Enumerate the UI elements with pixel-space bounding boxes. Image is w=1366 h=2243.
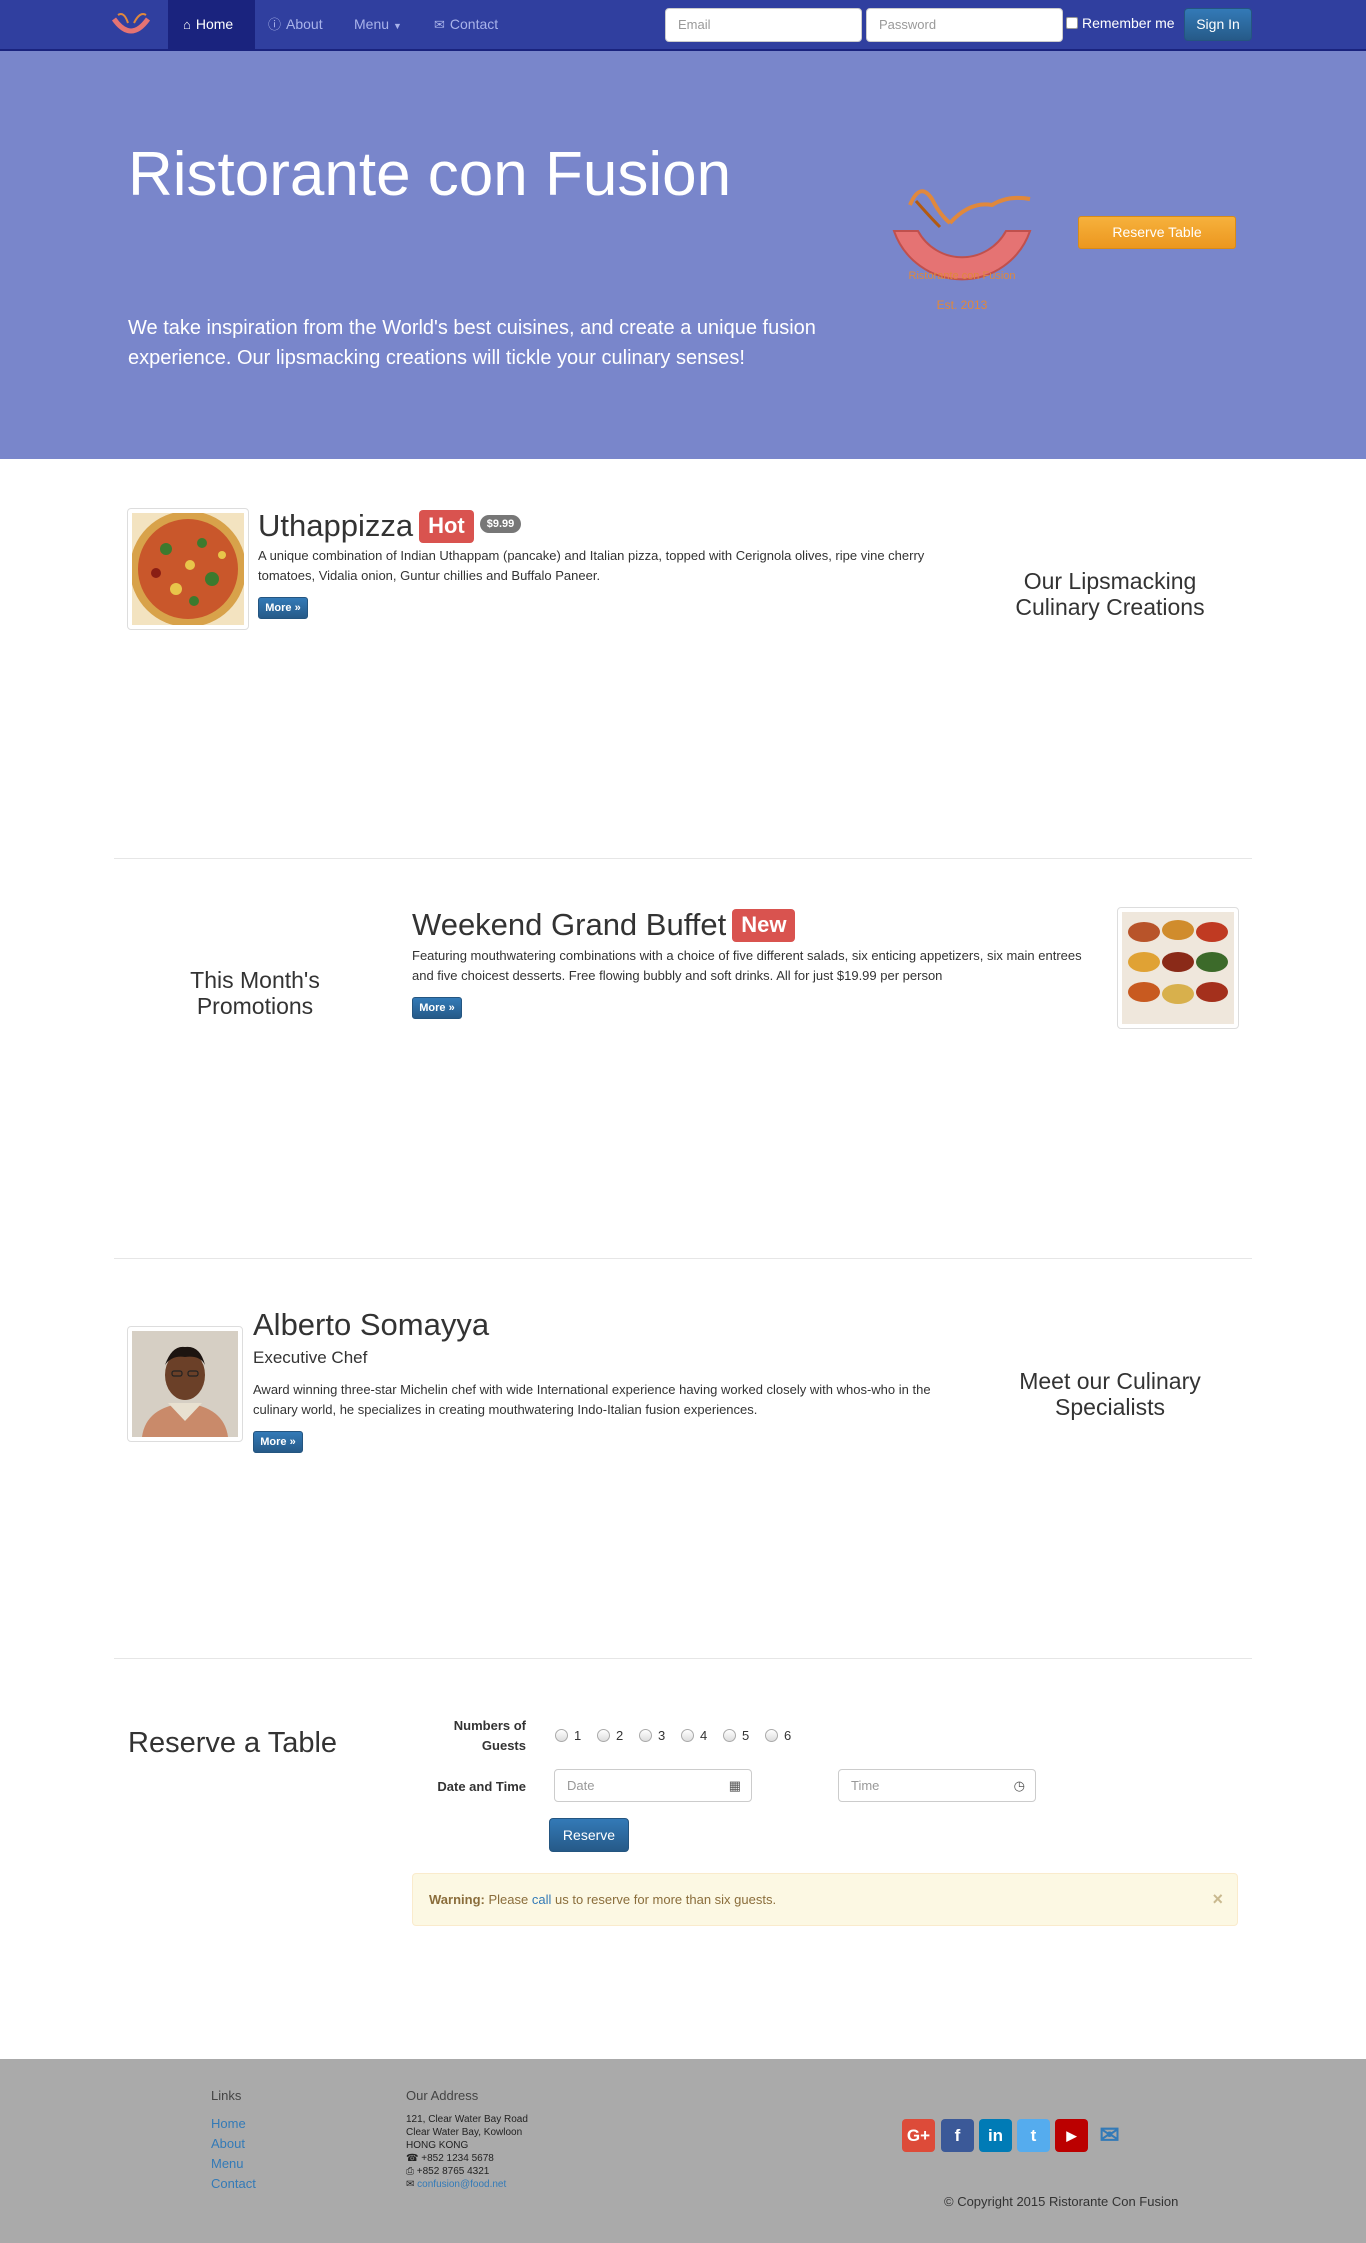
logo-text: Ristorante con Fusion [909,270,1016,282]
jumbotron: Ristorante con Fusion We take inspiratio… [0,51,1366,459]
footer-link-menu[interactable]: Menu [211,2156,244,2171]
promotion-heading: Weekend Grand Buffet New [412,907,796,943]
fax-icon: ⎙ [406,2166,414,2177]
date-input[interactable]: Date ▦ [554,1769,752,1802]
navbar: ⌂ Home ⓘ About Menu ▼ ✉ Contact Email Passwo… [0,0,1366,51]
google-plus-icon[interactable]: G+ [902,2119,935,2152]
guest-option-3[interactable]: 3 [639,1728,665,1743]
radio-icon[interactable] [597,1729,610,1742]
address-line-3: HONG KONG [406,2140,469,2151]
promotion-description: Featuring mouthwatering combinations wit… [412,948,1082,983]
dish-description: A unique combination of Indian Uthappam … [258,548,925,583]
jumbotron-text: We take inspiration from the World's bes… [128,317,816,369]
promotion-side-heading: This Month's Promotions [190,967,320,1019]
restaurant-logo: Ristorante con Fusion Est. 2013 [892,189,1032,312]
footer-link-contact[interactable]: Contact [211,2176,256,2191]
email-input[interactable]: Email [665,8,862,42]
footer-links-heading: Links [211,2088,242,2103]
calendar-icon: ▦ [728,1778,741,1793]
envelope-icon: ✉ [406,2179,415,2190]
info-icon: ⓘ [268,17,282,32]
nav-menu-dropdown[interactable]: Menu ▼ [354,0,402,49]
datetime-label: Date and Time [437,1779,526,1794]
guest-option-4[interactable]: 4 [681,1728,707,1743]
leader-more-button[interactable]: More » [253,1431,303,1453]
brand-logo[interactable] [110,9,152,43]
guest-option-6[interactable]: 6 [765,1728,791,1743]
reserve-heading: Reserve a Table [128,1727,338,1759]
clock-icon: ◷ [1013,1778,1025,1793]
row-divider [114,858,1252,859]
pizza-image [130,511,246,627]
promotion-more-button[interactable]: More » [412,997,462,1019]
nav-contact[interactable]: ✉ Contact [434,0,498,49]
address-fax: ⎙ +852 8765 4321 [406,2166,490,2177]
address-phone: ☎ +852 1234 5678 [406,2153,494,2164]
call-link[interactable]: call [532,1892,552,1907]
guest-option-5[interactable]: 5 [723,1728,749,1743]
remember-checkbox[interactable] [1066,17,1078,29]
radio-icon[interactable] [681,1729,694,1742]
radio-icon[interactable] [639,1729,652,1742]
close-icon[interactable]: × [1212,1874,1223,1925]
twitter-icon[interactable]: t [1017,2119,1050,2152]
footer [0,2059,1366,2243]
uthappizza-thumbnail[interactable] [127,508,249,630]
time-input[interactable]: Time ◷ [838,1769,1036,1802]
address-line-1: 121, Clear Water Bay Road [406,2114,528,2125]
buffet-thumbnail[interactable] [1117,907,1239,1029]
dish-side-heading: Our Lipsmacking Culinary Creations [1015,568,1205,620]
leader-description: Award winning three-star Michelin chef w… [253,1382,931,1417]
nav-about[interactable]: ⓘ About [268,0,323,49]
buffet-image [1122,912,1234,1024]
dish-heading: Uthappizza Hot $9.99 [258,508,522,544]
signin-button[interactable]: Sign In [1184,8,1252,41]
address-line-2: Clear Water Bay, Kowloon [406,2127,523,2138]
logo-est: Est. 2013 [937,298,988,312]
leader-side-heading: Meet our Culinary Specialists [1019,1368,1201,1420]
radio-icon[interactable] [555,1729,568,1742]
price-badge: $9.99 [479,515,522,533]
row-divider [114,1258,1252,1259]
footer-email-link[interactable]: confusion@food.net [417,2179,506,2190]
radio-icon[interactable] [765,1729,778,1742]
remember-me[interactable]: Remember me [1066,15,1175,31]
footer-link-home[interactable]: Home [211,2116,246,2131]
phone-icon: ☎ [406,2153,419,2164]
reserve-submit-button[interactable]: Reserve [549,1818,629,1852]
home-icon: ⌂ [183,17,191,32]
caret-down-icon: ▼ [393,21,402,31]
reserve-table-button[interactable]: Reserve Table [1078,216,1236,249]
jumbotron-title: Ristorante con Fusion [128,140,732,209]
leader-designation: Executive Chef [253,1348,368,1367]
address-email: ✉ confusion@food.net [406,2178,506,2191]
footer-link-about[interactable]: About [211,2136,245,2151]
mail-icon[interactable]: ✉ [1093,2119,1126,2152]
guest-option-2[interactable]: 2 [597,1728,623,1743]
password-input[interactable]: Password [866,8,1063,42]
facebook-icon[interactable]: f [941,2119,974,2152]
chef-thumbnail[interactable] [127,1326,243,1442]
footer-address-heading: Our Address [406,2088,479,2103]
youtube-icon[interactable]: ▶ [1055,2119,1088,2152]
nav-home[interactable]: ⌂ Home [168,0,255,49]
guests-label: Numbers of Guests [453,1718,526,1753]
new-label: New [732,909,796,942]
guest-option-1[interactable]: 1 [555,1728,581,1743]
row-divider [114,1658,1252,1659]
hot-label: Hot [419,510,474,543]
envelope-icon: ✉ [434,17,445,32]
chef-photo [132,1331,238,1437]
dish-more-button[interactable]: More » [258,597,308,619]
leader-heading: Alberto Somayya [253,1307,490,1342]
radio-icon[interactable] [723,1729,736,1742]
warning-alert: Warning: Please call us to reserve for m… [412,1873,1238,1926]
linkedin-icon[interactable]: in [979,2119,1012,2152]
copyright: © Copyright 2015 Ristorante Con Fusion [944,2194,1179,2209]
